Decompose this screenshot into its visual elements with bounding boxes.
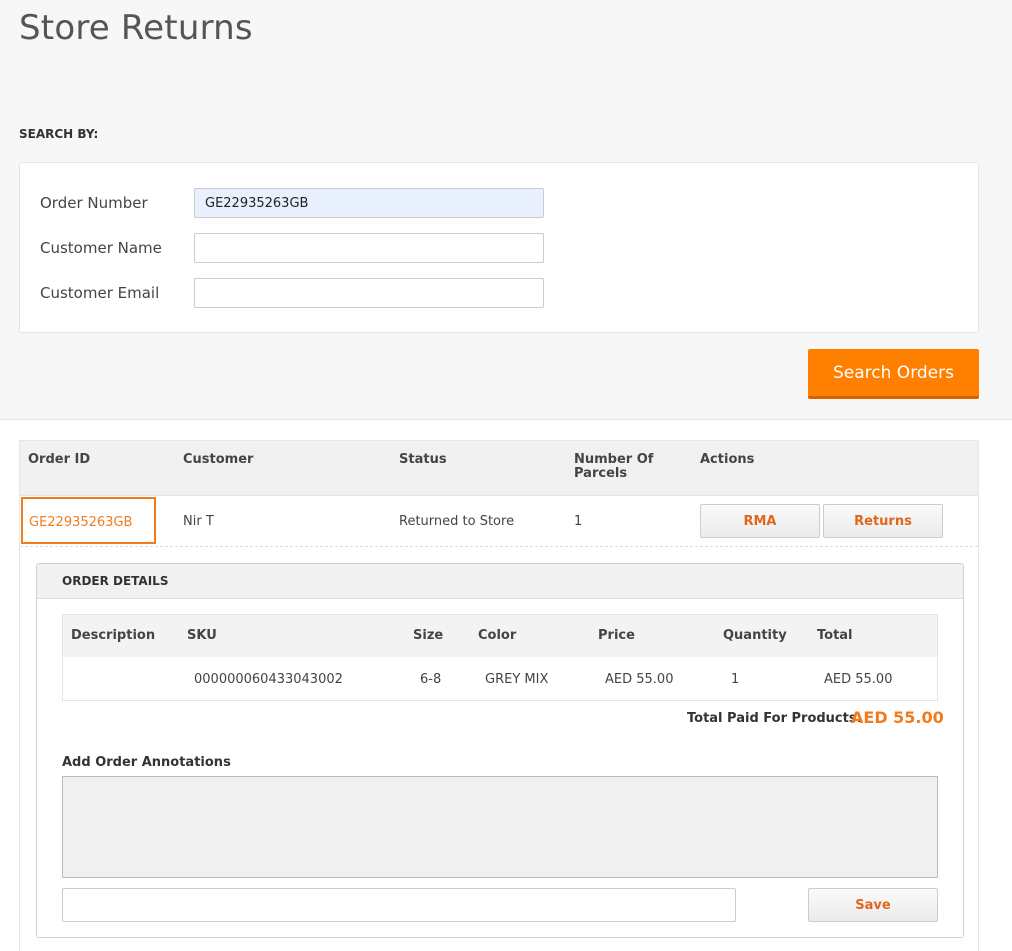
column-price: Price [598, 628, 635, 643]
search-by-label: SEARCH BY: [19, 127, 99, 141]
item-price: AED 55.00 [605, 672, 674, 687]
products-header: Description SKU Size Color Price Quantit… [63, 615, 937, 657]
customer-name-label: Customer Name [40, 239, 162, 257]
returns-button[interactable]: Returns [823, 504, 943, 538]
column-order-id: Order ID [28, 452, 91, 467]
order-details-panel: ORDER DETAILS Description SKU Size Color… [36, 563, 964, 938]
total-paid-label: Total Paid For Products: [687, 711, 862, 726]
total-paid-value: AED 55.00 [851, 708, 944, 727]
column-actions: Actions [700, 452, 755, 467]
results-table: Order ID Customer Status Number Of Parce… [19, 440, 979, 951]
item-quantity: 1 [731, 672, 740, 687]
table-row: GE22935263GB Nir T Returned to Store 1 R… [20, 496, 978, 547]
column-color: Color [478, 628, 517, 643]
results-header: Order ID Customer Status Number Of Parce… [20, 441, 978, 496]
customer-email-input[interactable] [194, 278, 544, 308]
customer-email-label: Customer Email [40, 284, 160, 302]
item-total: AED 55.00 [824, 672, 893, 687]
order-details-header: ORDER DETAILS [37, 564, 963, 599]
column-size: Size [413, 628, 444, 643]
item-color: GREY MIX [485, 672, 549, 687]
column-number-of-parcels: Number Of Parcels [574, 452, 654, 481]
item-sku: 000000060433043002 [194, 672, 343, 687]
customer-name-input[interactable] [194, 233, 544, 263]
column-sku: SKU [187, 628, 217, 643]
annotations-textarea[interactable] [62, 776, 938, 878]
search-orders-button[interactable]: Search Orders [808, 349, 979, 399]
order-number-label: Order Number [40, 194, 148, 212]
column-customer: Customer [183, 452, 254, 467]
customer-cell: Nir T [183, 514, 214, 529]
search-panel: Store Returns SEARCH BY: Order Number Cu… [0, 0, 1012, 420]
column-total: Total [817, 628, 853, 643]
annotations-label: Add Order Annotations [62, 755, 231, 770]
save-button[interactable]: Save [808, 888, 938, 922]
column-quantity: Quantity [723, 628, 787, 643]
order-id-link[interactable]: GE22935263GB [21, 497, 156, 544]
column-description: Description [71, 628, 156, 643]
parcels-cell: 1 [574, 514, 583, 529]
products-table: Description SKU Size Color Price Quantit… [62, 614, 938, 701]
order-details-title: ORDER DETAILS [62, 574, 169, 588]
status-cell: Returned to Store [399, 514, 515, 529]
order-number-input[interactable] [194, 188, 544, 218]
rma-button[interactable]: RMA [700, 504, 820, 538]
column-status: Status [399, 452, 447, 467]
item-size: 6-8 [420, 672, 442, 687]
annotation-input[interactable] [62, 888, 736, 922]
page-title: Store Returns [19, 8, 253, 48]
search-form: Order Number Customer Name Customer Emai… [19, 162, 979, 333]
